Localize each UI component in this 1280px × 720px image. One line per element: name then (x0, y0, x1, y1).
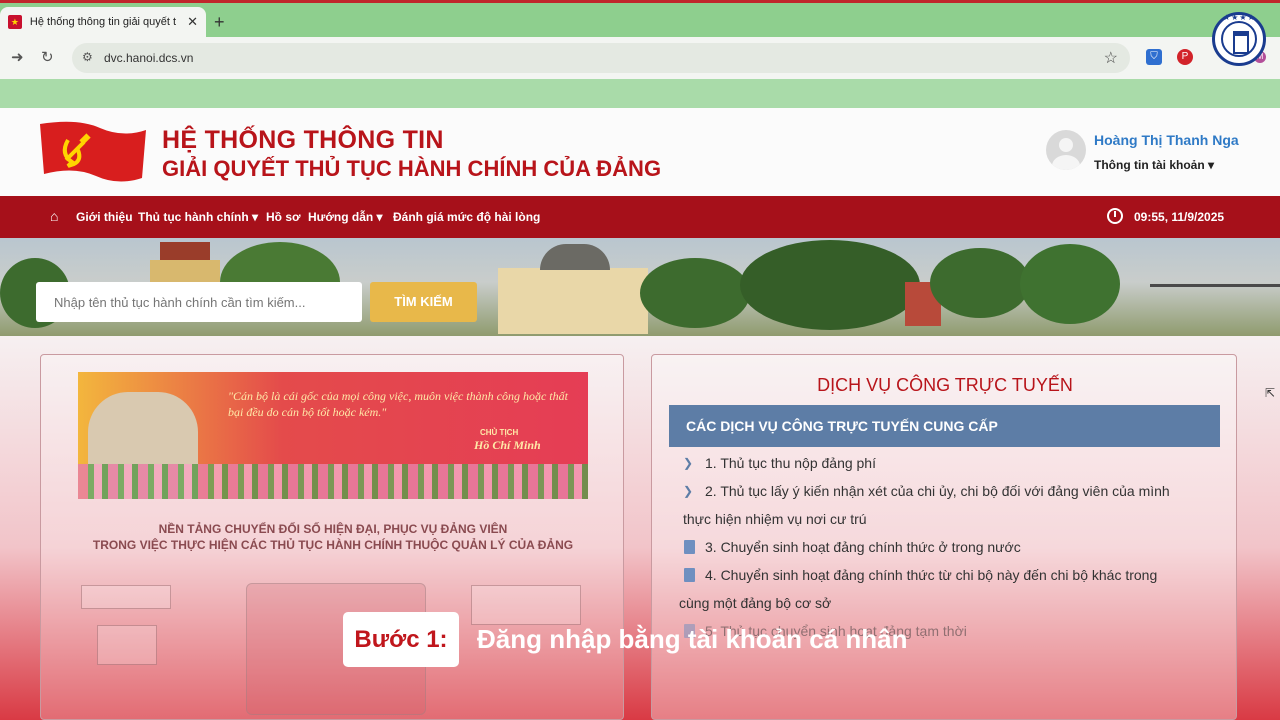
party-flag-logo[interactable] (38, 120, 148, 184)
user-avatar[interactable] (1046, 130, 1086, 170)
online-services-panel: DỊCH VỤ CÔNG TRỰC TUYẾN CÁC DỊCH VỤ CÔNG… (651, 354, 1237, 720)
nav-item-procedures[interactable]: Thủ tục hành chính ▾ (138, 210, 258, 224)
banner-gate-roof (160, 242, 210, 260)
forward-arrow-icon[interactable]: ➜ (11, 48, 24, 66)
procedure-search-input[interactable] (36, 282, 362, 322)
ho-chi-minh-quote-banner: "Cán bộ là cái gốc của mọi công việc, mu… (78, 372, 588, 499)
service-item[interactable]: ❯ 1. Thủ tục thu nộp đảng phí (669, 449, 1220, 477)
reload-icon[interactable]: ↻ (41, 48, 54, 66)
platform-line1: NỀN TẢNG CHUYỂN ĐỔI SỐ HIỆN ĐẠI, PHỤC VỤ… (158, 522, 508, 536)
tab-title: Hệ thống thông tin giải quyết t (29, 16, 177, 28)
lotus-decoration (78, 464, 588, 499)
nav-item-satisfaction[interactable]: Đánh giá mức độ hài lòng (393, 210, 540, 224)
main-navigation: ⌂ Giới thiệu Thủ tục hành chính ▾ Hồ sơ … (0, 196, 1280, 238)
document-icon (684, 540, 695, 554)
browser-tab[interactable]: ★ Hệ thống thông tin giải quyết t ✕ (0, 7, 206, 37)
bookmark-star-icon[interactable]: ☆ (1104, 48, 1118, 68)
nav-item-records[interactable]: Hồ sơ (266, 210, 301, 224)
chevron-right-icon: ❯ (683, 484, 694, 498)
current-datetime: 09:55, 11/9/2025 (1134, 210, 1225, 224)
step-badge: Bước 1: (343, 612, 459, 667)
logo-emblem (1221, 21, 1257, 57)
banner-long-bien-bridge (1150, 284, 1280, 314)
diagram-box (81, 585, 171, 609)
account-info-dropdown[interactable]: Thông tin tài khoản ▾ (1094, 158, 1214, 172)
site-settings-icon[interactable]: ⚙ (82, 50, 93, 64)
home-icon[interactable]: ⌂ (50, 208, 58, 224)
online-services-title: DỊCH VỤ CÔNG TRỰC TUYẾN (817, 375, 1073, 395)
banner-tree (930, 248, 1030, 318)
banner-tree (1020, 244, 1120, 324)
party-favicon-icon: ★ (8, 15, 22, 29)
content-area: "Cán bộ là cái gốc của mọi công việc, mu… (0, 336, 1280, 720)
document-icon (684, 568, 695, 582)
quote-author-title: CHỦ TỊCH (480, 428, 519, 437)
clock-icon (1107, 208, 1123, 224)
service-item[interactable]: ❯ 2. Thủ tục lấy ý kiến nhận xét của chi… (669, 477, 1220, 505)
url-text[interactable]: dvc.hanoi.dcs.vn (104, 51, 193, 65)
service-item-continuation[interactable]: thực hiện nhiệm vụ nơi cư trú (669, 505, 1220, 533)
site-title-line2: GIẢI QUYẾT THỦ TỤC HÀNH CHÍNH CỦA ĐẢNG (162, 156, 662, 181)
diagram-box (471, 585, 581, 625)
platform-description: NỀN TẢNG CHUYỂN ĐỔI SỐ HIỆN ĐẠI, PHỤC VỤ… (41, 521, 625, 553)
diagram-building-icon (97, 625, 157, 665)
address-bar[interactable]: ⚙ dvc.hanoi.dcs.vn ☆ (72, 43, 1130, 73)
banner-opera-house (498, 268, 648, 334)
site-header: HỆ THỐNG THÔNG TIN GIẢI QUYẾT THỦ TỤC HÀ… (0, 108, 1280, 196)
nav-item-guides[interactable]: Hướng dẫn ▾ (308, 210, 383, 224)
mouse-cursor-icon: ⇱ (1265, 386, 1276, 400)
intro-panel: "Cán bộ là cái gốc của mọi công việc, mu… (40, 354, 624, 720)
search-button[interactable]: TÌM KIẾM (370, 282, 477, 322)
banner-tree (740, 240, 920, 330)
service-item[interactable]: 3. Chuyển sinh hoạt đảng chính thức ở tr… (669, 533, 1220, 561)
browser-tab-bar: ★ Hệ thống thông tin giải quyết t ✕ + (0, 3, 1280, 37)
shield-extension-icon[interactable]: ⛉ (1146, 49, 1162, 65)
hanoi-channel-logo: ★★★★ (1212, 12, 1266, 66)
service-item[interactable]: 4. Chuyển sinh hoạt đảng chính thức từ c… (669, 561, 1220, 589)
quote-author: Hồ Chí Minh (474, 438, 541, 452)
nav-item-introduction[interactable]: Giới thiệu (76, 210, 133, 224)
banner-tree (640, 258, 750, 328)
site-title-line1: HỆ THỐNG THÔNG TIN (162, 126, 444, 154)
service-item-continuation[interactable]: cùng một đảng bộ cơ sở (669, 589, 1220, 617)
browser-toolbar: ➜ ↻ ⚙ dvc.hanoi.dcs.vn ☆ ⛉ P M (0, 37, 1280, 79)
new-tab-button[interactable]: + (214, 12, 225, 33)
quote-text: "Cán bộ là cái gốc của mọi công việc, mu… (228, 389, 568, 419)
step-caption: Đăng nhập bằng tài khoản cá nhân (477, 624, 908, 654)
close-tab-icon[interactable]: ✕ (187, 14, 198, 30)
user-name[interactable]: Hoàng Thị Thanh Nga (1094, 132, 1239, 148)
banner-opera-dome (540, 244, 610, 270)
hero-banner: TÌM KIẾM (0, 238, 1280, 336)
chevron-right-icon: ❯ (683, 456, 694, 470)
services-list-header: CÁC DỊCH VỤ CÔNG TRỰC TUYẾN CUNG CẤP (669, 405, 1220, 447)
platform-line2: TRONG VIỆC THỰC HIỆN CÁC THỦ TỤC HÀNH CH… (92, 538, 574, 552)
bookmarks-bar (0, 79, 1280, 108)
pinterest-icon[interactable]: P (1177, 49, 1193, 65)
